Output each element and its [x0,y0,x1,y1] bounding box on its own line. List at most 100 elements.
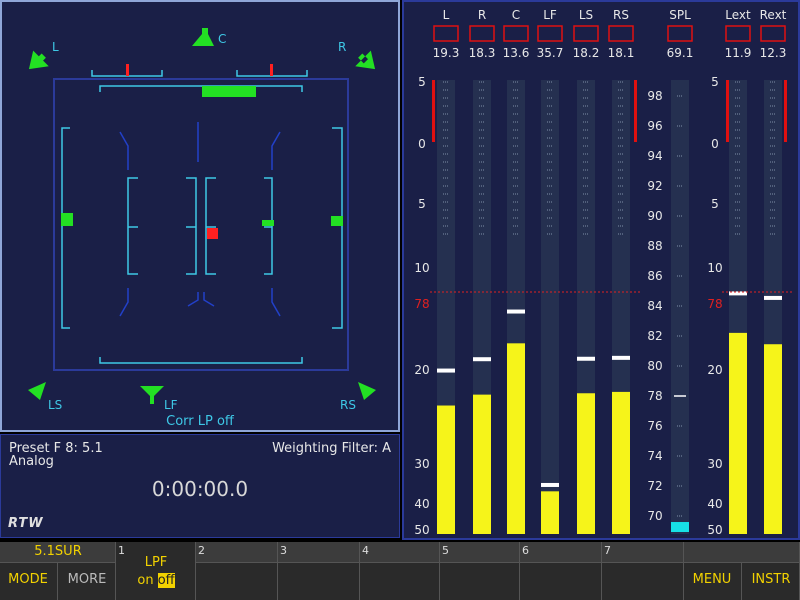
channel-level-bar-rs [612,391,630,534]
rtw-logo: RTW [8,516,44,531]
db-scale-label: 30 [414,457,429,471]
left-level-bar [61,213,73,226]
ext-channel-value-lext: 11.9 [725,46,752,60]
channel-over-box-r [469,25,495,42]
db-scale-label-ext: 30 [707,457,722,471]
channel-over-box-l [433,25,459,42]
more-button[interactable]: MORE [58,572,116,587]
center-bracket-top [99,85,303,92]
db-scale-label-ext: 40 [707,497,722,511]
channel-level-bar-lf [541,491,559,534]
slot-6[interactable]: 6 [520,542,602,600]
spl-scale-label: 76 [647,419,662,433]
channel-value-c: 13.6 [503,46,530,60]
spl-scale-label: 84 [647,299,662,313]
channel-peak-hold-l [437,368,455,373]
center-bracket-bottom [99,357,303,364]
channel-value-r: 18.3 [469,46,496,60]
over-indicator-right [634,80,637,142]
inner-left-bracket-2 [186,177,197,275]
info-panel: Preset F 8: 5.1 Analog Weighting Filter:… [0,434,400,538]
slot-5[interactable]: 5 [440,542,520,600]
inner-left-bracket [127,177,138,275]
lpf-on-option[interactable]: on [137,573,153,588]
right-level-bar [331,216,343,226]
meter-graphic: L 19.3 R 18.3 C 13.6 LF 35.7 LS 18.2 RS 18.1 Lext 11.… [414,8,794,537]
channel-label-c: C [512,8,520,22]
rs-speaker-icon [358,382,376,400]
source-label: Analog [9,454,54,469]
right-speaker-icon [355,50,376,70]
left-peak-marker [126,64,129,76]
right-peak-marker [270,64,273,76]
db-scale-label: 5 [418,197,426,211]
spl-over-box [667,25,693,42]
channel-label-ls: LS [579,8,593,22]
spl-scale-label: 82 [647,329,662,343]
spl-scale-label: 78 [647,389,662,403]
channel-level-bar-l [437,405,455,534]
surround-sound-analyzer: L C R LS LF RS Corr LP off [0,0,400,432]
db-scale-label: 40 [414,497,429,511]
timer-display: 0:00:00.0 [151,477,249,501]
channel-peak-hold-r [473,357,491,362]
mode-slot: 5.1SUR MODE MORE [0,542,116,600]
slot-number: 6 [522,544,529,557]
weighting-filter-label: Weighting Filter: A [272,441,391,456]
slot-number: 7 [604,544,611,557]
over-indicator-ext-right [784,80,787,142]
surround-graphic [28,28,376,404]
db-scale-label: 5 [418,75,426,89]
channel-over-box-lf [537,25,563,42]
channel-peak-hold-c [507,309,525,314]
db-scale-label: 0 [418,137,426,151]
spl-scale-label: 96 [647,119,662,133]
instr-button[interactable]: INSTR [742,572,800,587]
channel-over-box-ls [573,25,599,42]
channel-value-lf: 35.7 [537,46,564,60]
lpf-off-option[interactable]: off [157,573,175,588]
spl-scale-label: 70 [647,509,662,523]
spl-scale-label: 94 [647,149,662,163]
channel-label-r: R [478,8,486,22]
menu-button[interactable]: MENU [684,572,740,587]
ext-channel-over-box-lext [725,25,751,42]
center-level-bar [202,86,256,97]
mode-button[interactable]: MODE [0,572,56,587]
slot-2[interactable]: 2 [196,542,278,600]
spl-scale-label: 74 [647,449,662,463]
db-scale-label-ext: 5 [711,75,719,89]
correlation-status: Corr LP off [166,414,234,429]
spl-scale-label: 88 [647,239,662,253]
ext-channel-level-bar-lext [729,332,747,534]
channel-label-lf: LF [543,8,557,22]
inner-right-level [262,220,274,226]
inner-right-bracket [205,177,216,275]
spl-scale-label: 98 [647,89,662,103]
channel-value-rs: 18.1 [608,46,635,60]
spl-scale-label: 90 [647,209,662,223]
slot-1[interactable]: 1 LPF on off [116,542,196,600]
channel-over-box-c [503,25,529,42]
channel-label-rs: RS [613,8,629,22]
slot-7[interactable]: 7 [602,542,684,600]
db-scale-label: 20 [414,363,429,377]
level-meters-panel: L 19.3 R 18.3 C 13.6 LF 35.7 LS 18.2 RS 18.1 Lext 11.… [402,0,800,540]
db-scale-label-ext: 0 [711,137,719,151]
slot-4[interactable]: 4 [360,542,440,600]
left-bracket [61,127,70,329]
speaker-label-l: L [52,40,59,54]
reference-label: 78 [414,297,429,311]
speaker-label-ls: LS [48,398,63,412]
speaker-label-r: R [338,40,347,54]
surround-frame [53,78,349,371]
slot-number: 2 [198,544,205,557]
spl-track [671,80,689,534]
slot-3[interactable]: 3 [278,542,360,600]
right-bracket [332,127,343,329]
spl-scale-label: 72 [647,479,662,493]
ext-channel-level-bar-rext [764,344,782,534]
spl-scale-label: 86 [647,269,662,283]
spl-scale-label: 80 [647,359,662,373]
speaker-label-lf: LF [164,398,178,412]
